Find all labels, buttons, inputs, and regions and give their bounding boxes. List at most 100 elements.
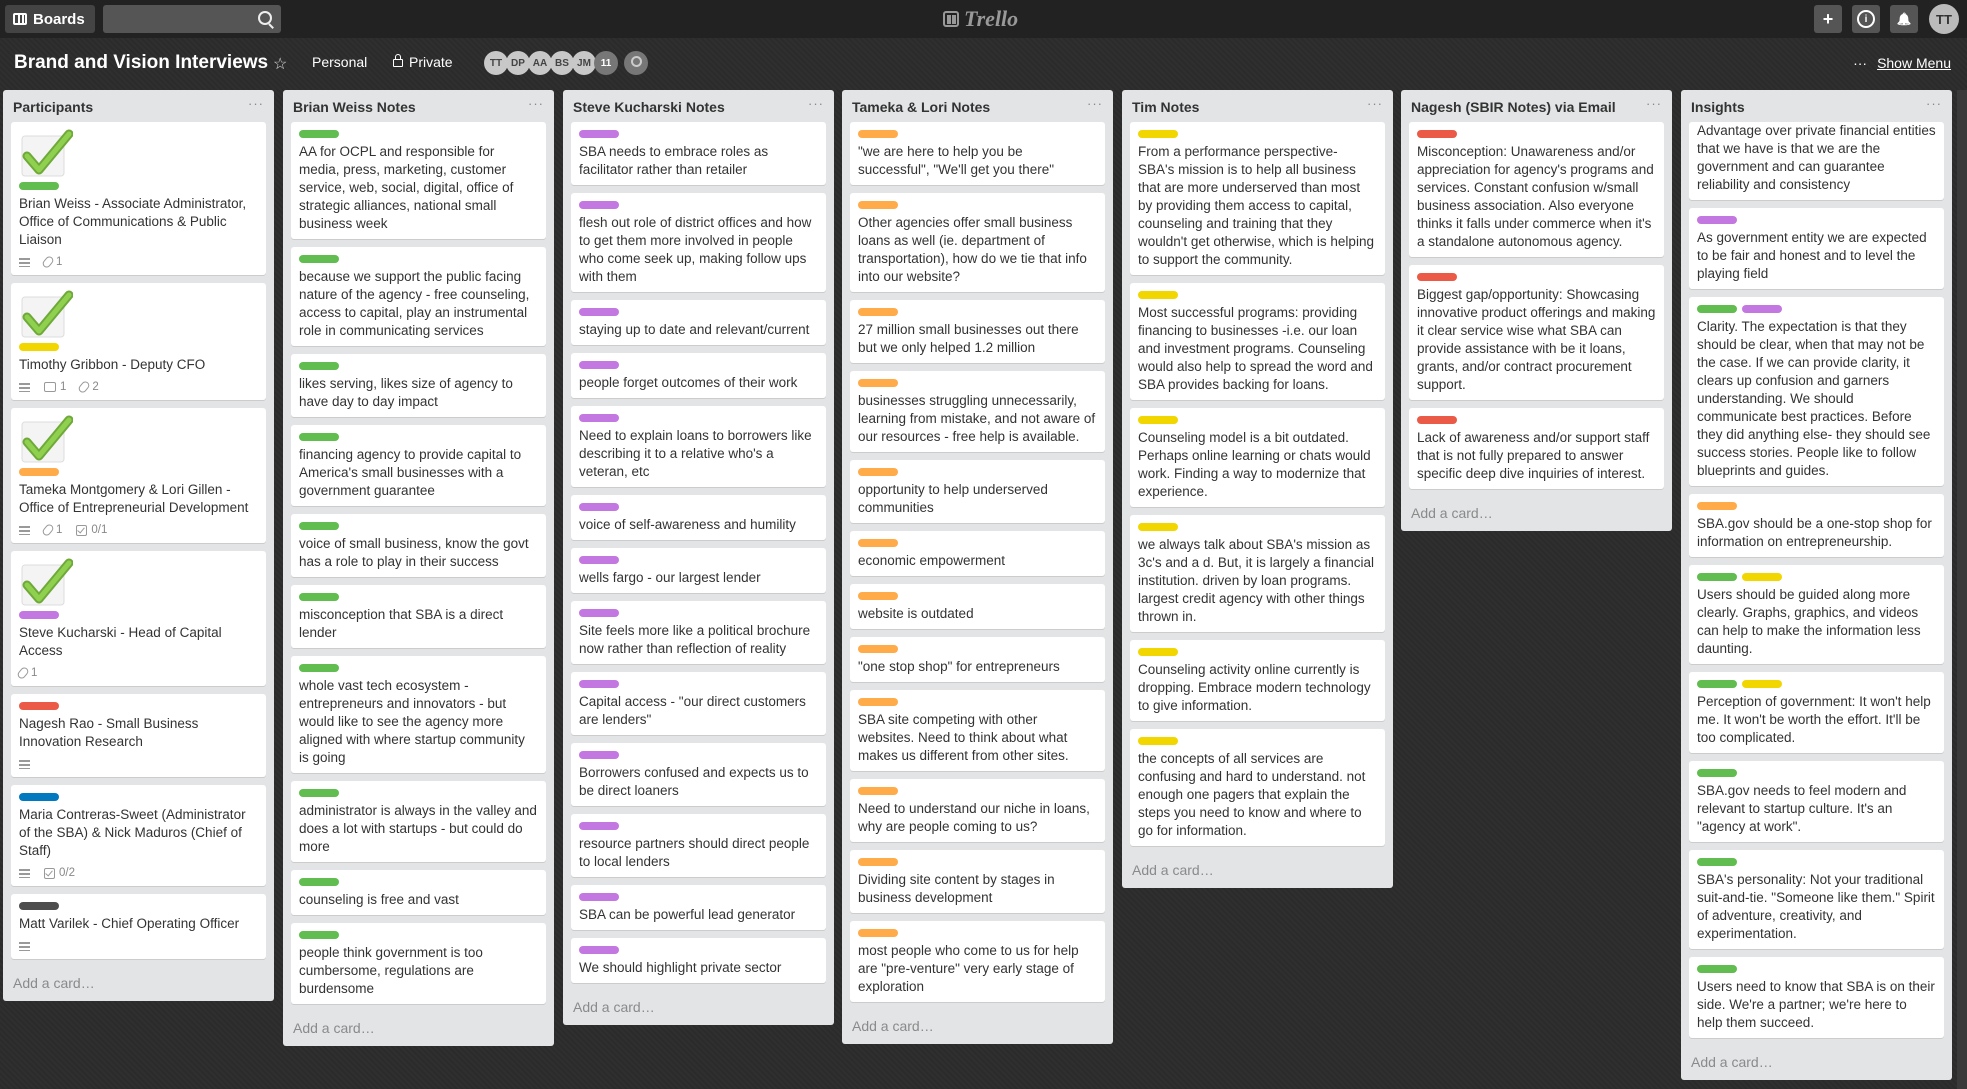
member-avatar[interactable]: AA (528, 51, 552, 75)
card[interactable]: likes serving, likes size of agency to h… (291, 354, 546, 417)
card[interactable]: Clarity. The expectation is that they sh… (1689, 297, 1944, 486)
team-button[interactable]: Personal (312, 54, 367, 70)
search-input[interactable] (103, 5, 281, 33)
card[interactable]: Other agencies offer small business loan… (850, 193, 1105, 292)
notifications-button[interactable]: 🔔 (1890, 5, 1918, 33)
member-avatar[interactable]: TT (484, 51, 508, 75)
card[interactable]: the concepts of all services are confusi… (1130, 729, 1385, 846)
card[interactable]: Maria Contreras-Sweet (Administrator of … (11, 785, 266, 886)
show-menu-button[interactable]: ··· Show Menu (1853, 55, 1951, 71)
card[interactable]: staying up to date and relevant/current (571, 300, 826, 345)
card[interactable]: people think government is too cumbersom… (291, 923, 546, 1004)
card[interactable]: Borrowers confused and expects us to be … (571, 743, 826, 806)
list-menu-icon[interactable]: ··· (248, 96, 264, 111)
card[interactable]: Counseling model is a bit outdated. Perh… (1130, 408, 1385, 507)
add-button[interactable]: + (1814, 5, 1842, 33)
card[interactable]: whole vast tech ecosystem - entrepreneur… (291, 656, 546, 773)
list-menu-icon[interactable]: ··· (1646, 96, 1662, 111)
card[interactable]: people forget outcomes of their work (571, 353, 826, 398)
card[interactable]: Biggest gap/opportunity: Showcasing inno… (1409, 265, 1664, 400)
card[interactable]: Most successful programs: providing fina… (1130, 283, 1385, 400)
card[interactable]: 27 million small businesses out there bu… (850, 300, 1105, 363)
add-card-link[interactable]: Add a card… (1681, 1046, 1952, 1080)
card[interactable]: Users should be guided along more clearl… (1689, 565, 1944, 664)
card[interactable]: financing agency to provide capital to A… (291, 425, 546, 506)
search-icon[interactable] (258, 11, 272, 25)
card[interactable]: Need to explain loans to borrowers like … (571, 406, 826, 487)
card[interactable]: opportunity to help underserved communit… (850, 460, 1105, 523)
list-menu-icon[interactable]: ··· (1367, 96, 1383, 111)
add-card-link[interactable]: Add a card… (842, 1010, 1113, 1044)
list-menu-icon[interactable]: ··· (808, 96, 824, 111)
boards-button[interactable]: Boards (5, 5, 95, 33)
card[interactable]: misconception that SBA is a direct lende… (291, 585, 546, 648)
card[interactable]: Site feels more like a political brochur… (571, 601, 826, 664)
card[interactable]: Lack of awareness and/or support staff t… (1409, 408, 1664, 489)
add-card-link[interactable]: Add a card… (1401, 497, 1672, 531)
card[interactable]: administrator is always in the valley an… (291, 781, 546, 862)
card[interactable]: SBA can be powerful lead generator (571, 885, 826, 930)
card[interactable]: "one stop shop" for entrepreneurs (850, 637, 1105, 682)
card[interactable]: SBA needs to embrace roles as facilitato… (571, 122, 826, 185)
card[interactable]: Dividing site content by stages in busin… (850, 850, 1105, 913)
list-title[interactable]: Brian Weiss Notes (293, 99, 416, 115)
list-title[interactable]: Tameka & Lori Notes (852, 99, 990, 115)
card[interactable]: flesh out role of district offices and h… (571, 193, 826, 292)
card[interactable]: Steve Kucharski - Head of Capital Access… (11, 551, 266, 686)
card[interactable]: SBA.gov needs to feel modern and relevan… (1689, 761, 1944, 842)
card[interactable]: we always talk about SBA's mission as 3c… (1130, 515, 1385, 632)
card[interactable]: Users need to know that SBA is on their … (1689, 957, 1944, 1038)
card[interactable]: website is outdated (850, 584, 1105, 629)
card[interactable]: economic empowerment (850, 531, 1105, 576)
list-title[interactable]: Nagesh (SBIR Notes) via Email (1411, 99, 1616, 115)
card[interactable]: voice of small business, know the govt h… (291, 514, 546, 577)
member-avatar[interactable]: BS (550, 51, 574, 75)
member-avatar[interactable]: JM (572, 51, 596, 75)
add-member-icon[interactable] (624, 51, 648, 75)
card[interactable]: Nagesh Rao - Small Business Innovation R… (11, 694, 266, 777)
card[interactable]: wells fargo - our largest lender (571, 548, 826, 593)
card[interactable]: Counseling activity online currently is … (1130, 640, 1385, 721)
list-title[interactable]: Tim Notes (1132, 99, 1199, 115)
card[interactable]: businesses struggling unnecessarily, lea… (850, 371, 1105, 452)
user-avatar[interactable]: TT (1929, 4, 1959, 34)
card[interactable]: counseling is free and vast (291, 870, 546, 915)
card[interactable]: because we support the public facing nat… (291, 247, 546, 346)
card[interactable]: From a performance perspective- SBA's mi… (1130, 122, 1385, 275)
list-menu-icon[interactable]: ··· (1926, 96, 1942, 111)
info-button[interactable]: i (1852, 5, 1880, 33)
star-icon[interactable]: ☆ (273, 54, 287, 74)
card[interactable]: Advantage over private financial entitie… (1689, 122, 1944, 200)
card[interactable]: most people who come to us for help are … (850, 921, 1105, 1002)
add-card-link[interactable]: Add a card… (1122, 854, 1393, 888)
list-title[interactable]: Steve Kucharski Notes (573, 99, 725, 115)
board-title[interactable]: Brand and Vision Interviews (14, 52, 268, 74)
more-members-count[interactable]: 11 (594, 51, 618, 75)
card[interactable]: "we are here to help you be successful",… (850, 122, 1105, 185)
card[interactable]: SBA.gov should be a one-stop shop for in… (1689, 494, 1944, 557)
list-title[interactable]: Participants (13, 99, 93, 115)
card[interactable]: Brian Weiss - Associate Administrator, O… (11, 122, 266, 275)
card[interactable]: Misconception: Unawareness and/or apprec… (1409, 122, 1664, 257)
list-title[interactable]: Insights (1691, 99, 1745, 115)
card[interactable]: Matt Varilek - Chief Operating Officer (11, 894, 266, 959)
card[interactable]: AA for OCPL and responsible for media, p… (291, 122, 546, 239)
card[interactable]: We should highlight private sector (571, 938, 826, 983)
add-card-link[interactable]: Add a card… (3, 967, 274, 1001)
visibility-button[interactable]: Private (393, 54, 453, 70)
card[interactable]: SBA site competing with other websites. … (850, 690, 1105, 771)
list-menu-icon[interactable]: ··· (528, 96, 544, 111)
add-card-link[interactable]: Add a card… (283, 1012, 554, 1046)
card[interactable]: Need to understand our niche in loans, w… (850, 779, 1105, 842)
add-card-link[interactable]: Add a card… (563, 991, 834, 1025)
card[interactable]: Capital access - "our direct customers a… (571, 672, 826, 735)
card[interactable]: SBA's personality: Not your traditional … (1689, 850, 1944, 949)
card[interactable]: Timothy Gribbon - Deputy CFO 1 2 (11, 283, 266, 400)
card[interactable]: Tameka Montgomery & Lori Gillen - Office… (11, 408, 266, 543)
trello-logo[interactable]: Trello (943, 6, 1018, 32)
card[interactable]: resource partners should direct people t… (571, 814, 826, 877)
list-menu-icon[interactable]: ··· (1087, 96, 1103, 111)
member-avatar[interactable]: DP (506, 51, 530, 75)
card[interactable]: As government entity we are expected to … (1689, 208, 1944, 289)
card[interactable]: Perception of government: It won't help … (1689, 672, 1944, 753)
